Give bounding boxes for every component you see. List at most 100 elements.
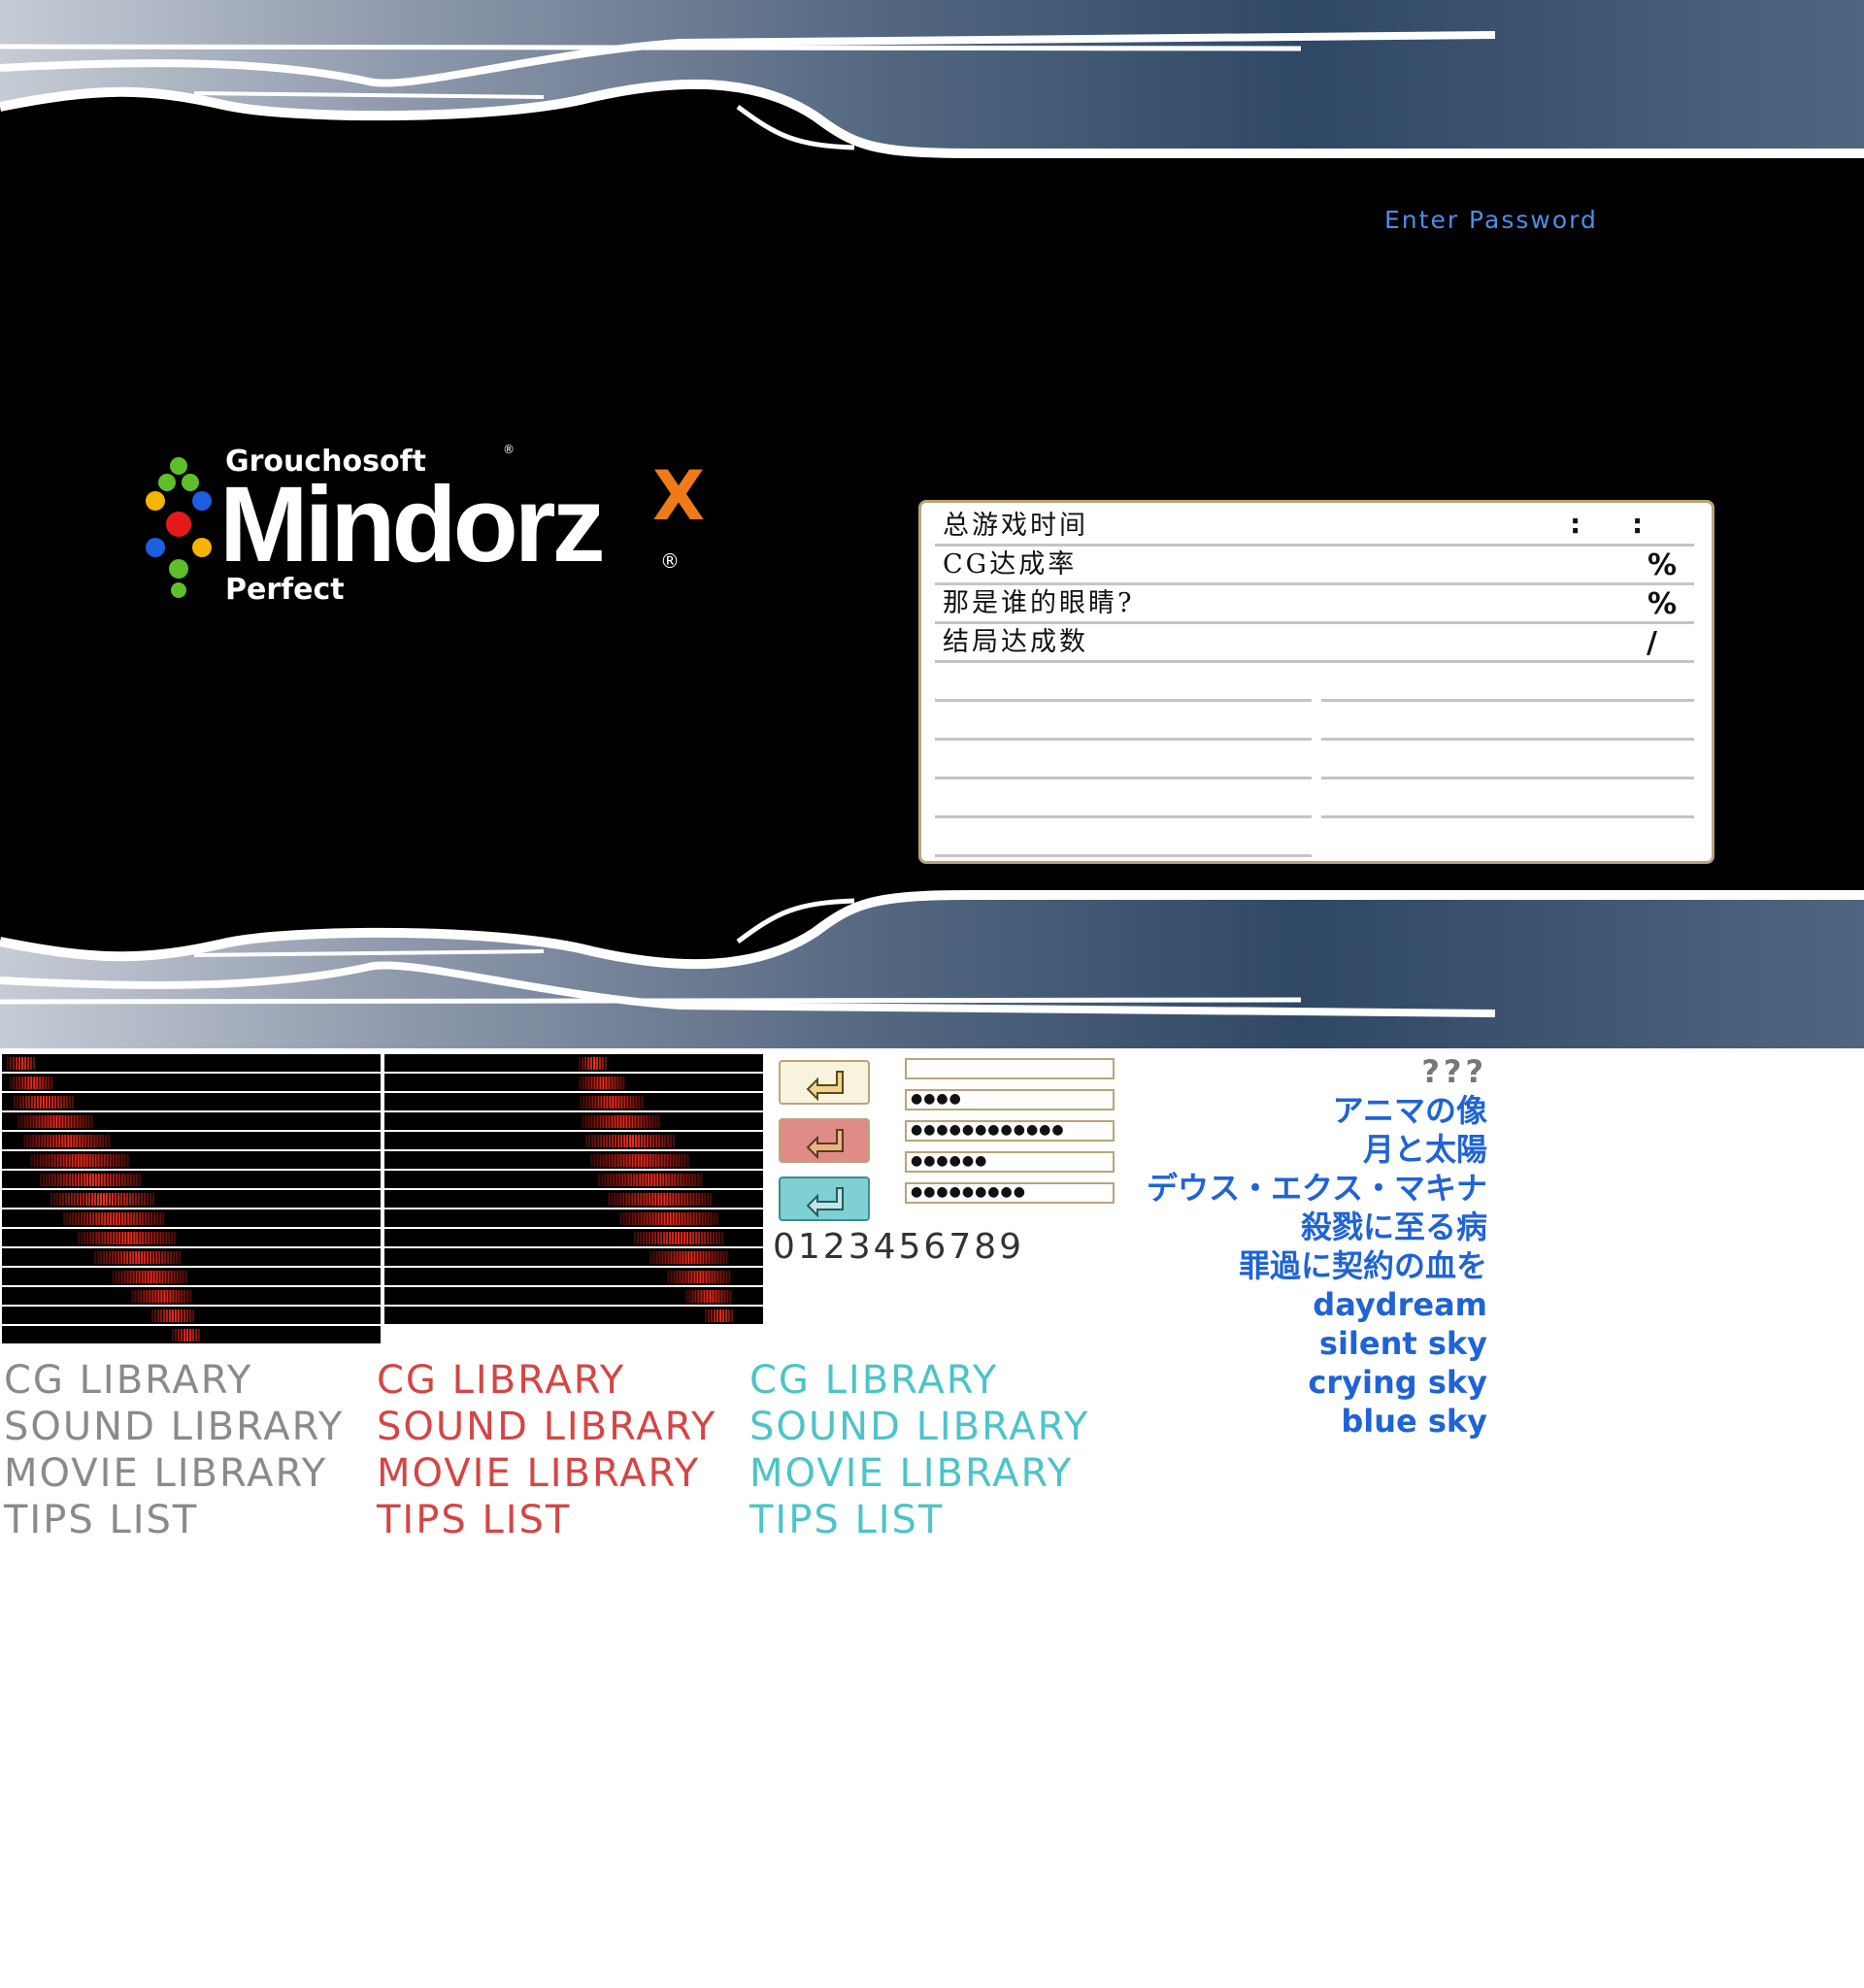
level-bar	[615, 1135, 617, 1147]
level-bar	[731, 1309, 733, 1322]
enter-button-active[interactable]	[779, 1176, 870, 1221]
level-bar	[631, 1154, 634, 1167]
level-bar	[637, 1232, 640, 1244]
bar-row-divider	[2, 1266, 381, 1268]
level-bar	[83, 1174, 85, 1186]
level-bar	[64, 1135, 67, 1147]
level-bar	[666, 1232, 669, 1244]
password-field[interactable]: ●●●●●●●●●	[905, 1182, 1115, 1204]
song-item[interactable]: 月と太陽	[1147, 1130, 1487, 1169]
song-item[interactable]: blue sky	[1147, 1402, 1487, 1441]
enter-button-hover[interactable]	[779, 1118, 870, 1163]
level-bar	[165, 1309, 168, 1322]
menu-movie-library[interactable]: MOVIE LIBRARY	[749, 1450, 1089, 1497]
menu-sound-library[interactable]: SOUND LIBRARY	[377, 1404, 716, 1450]
level-bar	[705, 1309, 707, 1322]
level-bar	[27, 1096, 30, 1109]
song-item[interactable]: デウス・エクス・マキナ	[1147, 1169, 1487, 1208]
song-item[interactable]: daydream	[1147, 1285, 1487, 1324]
level-bar	[75, 1212, 78, 1225]
level-bar	[628, 1212, 631, 1225]
level-bar	[188, 1309, 191, 1322]
level-bar	[702, 1271, 705, 1283]
level-bar	[675, 1154, 678, 1167]
level-bar	[707, 1212, 710, 1225]
level-bar	[33, 1154, 36, 1167]
level-bar	[59, 1193, 61, 1206]
level-bar	[61, 1115, 64, 1128]
level-bar	[605, 1154, 608, 1167]
level-bar	[42, 1174, 45, 1186]
level-bar	[611, 1115, 614, 1128]
menu-cg-library[interactable]: CG LIBRARY	[377, 1357, 716, 1404]
menu-tips-list[interactable]: TIPS LIST	[749, 1497, 1089, 1543]
menu-sound-library[interactable]: SOUND LIBRARY	[4, 1404, 344, 1450]
song-item[interactable]: crying sky	[1147, 1363, 1487, 1402]
level-bar	[112, 1251, 115, 1264]
level-bar	[183, 1290, 186, 1303]
level-bar	[29, 1115, 32, 1128]
level-bar	[678, 1154, 681, 1167]
bar-row-divider	[2, 1072, 381, 1074]
level-bar	[62, 1096, 65, 1109]
level-bar	[156, 1232, 159, 1244]
level-bar	[104, 1212, 107, 1225]
menu-cg-library[interactable]: CG LIBRARY	[749, 1357, 1089, 1404]
level-bar	[653, 1174, 656, 1186]
level-bar	[635, 1096, 638, 1109]
song-item[interactable]: 殺戮に至る病	[1147, 1208, 1487, 1246]
level-bar	[53, 1174, 56, 1186]
menu-tips-list[interactable]: TIPS LIST	[377, 1497, 716, 1543]
level-bar	[646, 1115, 649, 1128]
level-bar	[41, 1115, 44, 1128]
level-bar	[27, 1057, 29, 1070]
password-field[interactable]: ●●●●●●●●●●●●	[905, 1120, 1115, 1142]
level-bar	[722, 1309, 724, 1322]
menu-cg-library[interactable]: CG LIBRARY	[4, 1357, 344, 1404]
level-bar	[192, 1329, 194, 1342]
menu-tips-list[interactable]: TIPS LIST	[4, 1497, 344, 1543]
song-item[interactable]: 罪過に契約の血を	[1147, 1246, 1487, 1285]
level-bar	[159, 1232, 162, 1244]
song-item-locked[interactable]: ???	[1147, 1052, 1487, 1091]
level-bar	[50, 1193, 52, 1206]
enter-button-normal[interactable]	[779, 1060, 870, 1105]
password-field[interactable]	[905, 1058, 1115, 1079]
level-bar	[614, 1193, 616, 1206]
level-bar	[97, 1251, 100, 1264]
level-bar	[674, 1174, 677, 1186]
stat-row-endings: 结局达成数 /	[935, 624, 1694, 663]
level-bar	[619, 1154, 622, 1167]
level-bar	[65, 1193, 67, 1206]
password-field[interactable]: ●●●●	[905, 1089, 1115, 1110]
password-field[interactable]: ●●●●●●	[905, 1151, 1115, 1173]
level-bar	[663, 1212, 666, 1225]
level-bar	[654, 1232, 657, 1244]
song-item[interactable]: アニマの像	[1147, 1091, 1487, 1130]
level-bar	[68, 1174, 71, 1186]
level-bar	[702, 1251, 705, 1264]
enter-password-label[interactable]: Enter Password	[1384, 206, 1598, 234]
menu-movie-library[interactable]: MOVIE LIBRARY	[377, 1450, 716, 1497]
level-bar	[186, 1290, 189, 1303]
level-bar	[132, 1251, 135, 1264]
song-item[interactable]: silent sky	[1147, 1324, 1487, 1363]
stat-suffix: %	[1647, 548, 1677, 582]
level-bar	[663, 1154, 666, 1167]
level-bar	[593, 1077, 596, 1089]
level-bar	[45, 1077, 48, 1089]
level-bar	[77, 1154, 80, 1167]
level-bar	[695, 1193, 698, 1206]
level-bar	[92, 1212, 95, 1225]
level-bar	[643, 1154, 646, 1167]
level-bar	[591, 1096, 594, 1109]
level-bar	[183, 1329, 185, 1342]
level-bar	[160, 1290, 163, 1303]
menu-sound-library[interactable]: SOUND LIBRARY	[749, 1404, 1089, 1450]
level-bar	[673, 1251, 676, 1264]
level-bar	[605, 1077, 608, 1089]
menu-movie-library[interactable]: MOVIE LIBRARY	[4, 1450, 344, 1497]
level-bar	[657, 1232, 660, 1244]
level-bar	[175, 1329, 177, 1342]
level-bar	[693, 1271, 696, 1283]
